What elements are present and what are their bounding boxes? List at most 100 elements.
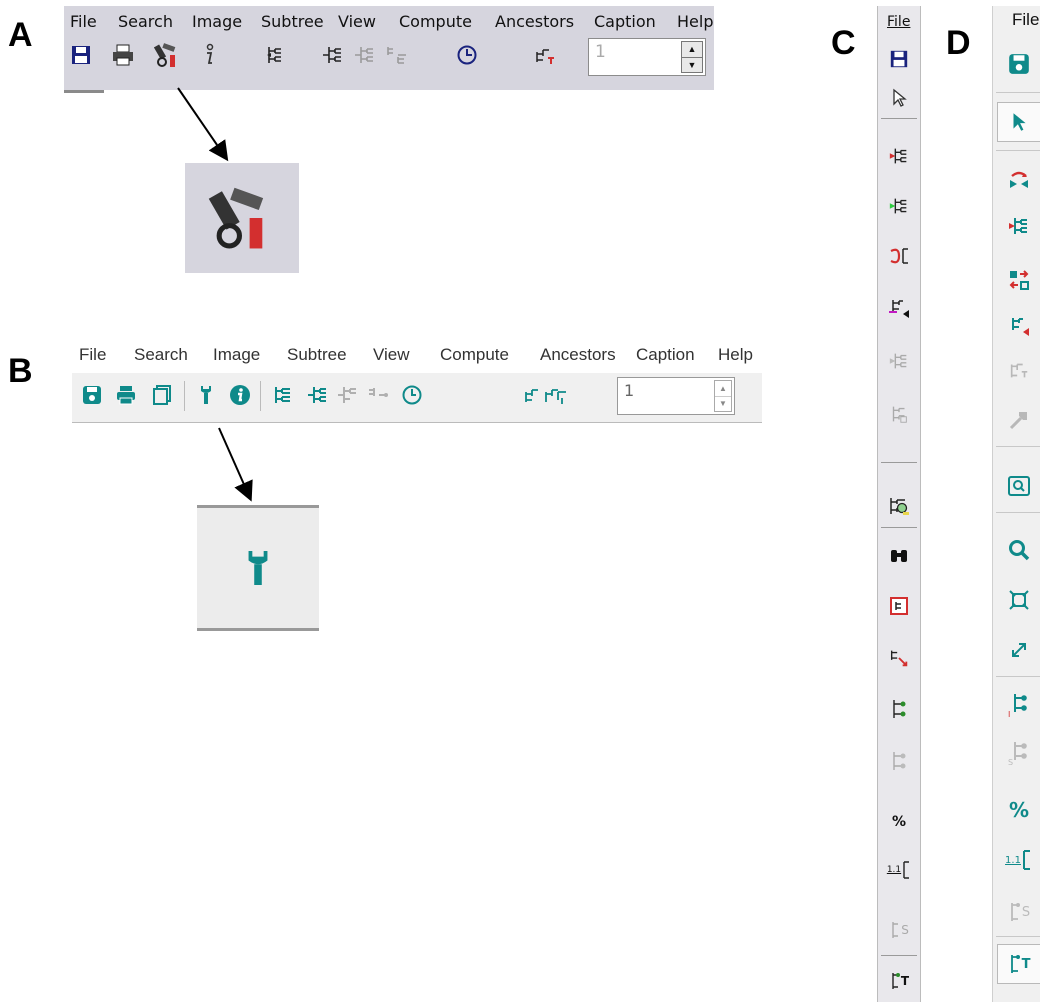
menu-a-view[interactable]: View	[338, 12, 376, 31]
expand-tree-icon[interactable]	[882, 190, 916, 222]
caption-s-disabled-icon: S	[997, 892, 1040, 932]
tree-icon[interactable]	[270, 381, 298, 409]
clock-icon[interactable]	[454, 42, 480, 68]
menu-b-image[interactable]: Image	[213, 345, 260, 365]
swap-disabled-icon	[364, 381, 392, 409]
wrench-icon[interactable]	[192, 381, 220, 409]
ratio-label: 1.1	[1005, 854, 1021, 866]
menu-b-ancestors[interactable]: Ancestors	[540, 345, 616, 365]
panel-b-spinner[interactable]: 1 ▲ ▼	[617, 377, 735, 415]
spin-down-icon[interactable]: ▼	[715, 397, 731, 412]
collapse-tree-icon[interactable]	[882, 292, 916, 324]
root-tree-icon[interactable]	[997, 206, 1040, 246]
tools-icon[interactable]	[154, 42, 180, 68]
swap-icon[interactable]	[882, 240, 916, 272]
separator	[996, 446, 1040, 447]
node-tree-icon[interactable]: I	[997, 684, 1040, 724]
menu-a-caption[interactable]: Caption	[594, 12, 656, 31]
menu-b-file[interactable]: File	[79, 345, 106, 365]
info-icon[interactable]	[196, 42, 222, 68]
menu-b-subtree[interactable]: Subtree	[287, 345, 347, 365]
zoom-box-icon[interactable]	[997, 466, 1040, 506]
menu-a-search[interactable]: Search	[118, 12, 173, 31]
caption-s-label: S	[901, 923, 909, 937]
panel-label-a: A	[8, 16, 33, 54]
expand-icon[interactable]	[997, 630, 1040, 670]
separator	[184, 381, 185, 411]
menu-b-compute[interactable]: Compute	[440, 345, 509, 365]
menu-b-view[interactable]: View	[373, 345, 410, 365]
collapse-tree-icon[interactable]	[997, 306, 1040, 346]
caption-s-disabled-icon: S	[882, 914, 916, 946]
node-tree-disabled-icon	[882, 746, 916, 778]
search-tree-icon[interactable]	[882, 490, 916, 522]
resize-tree-icon[interactable]	[882, 642, 916, 674]
fit-window-icon[interactable]	[997, 580, 1040, 620]
node-tree-icon[interactable]	[882, 694, 916, 726]
caption-tree-icon[interactable]	[532, 42, 558, 68]
rotate-icon[interactable]	[997, 160, 1040, 200]
hammer-disabled-icon	[997, 400, 1040, 440]
pointer-icon[interactable]	[882, 82, 916, 114]
ratio-icon[interactable]: 1.1	[882, 854, 916, 886]
subtree-icon[interactable]	[304, 381, 332, 409]
separator	[881, 462, 917, 463]
clock-icon[interactable]	[398, 381, 426, 409]
copy-icon[interactable]	[148, 381, 176, 409]
spin-down-icon[interactable]: ▼	[682, 58, 702, 73]
spin-up-icon[interactable]: ▲	[715, 381, 731, 397]
search-icon[interactable]	[997, 530, 1040, 570]
binoculars-icon[interactable]	[882, 540, 916, 572]
menu-a-file[interactable]: File	[70, 12, 97, 31]
percent-icon[interactable]: %	[997, 790, 1040, 830]
menu-a-image[interactable]: Image	[192, 12, 242, 31]
wrench-icon-large	[248, 551, 268, 585]
save-icon[interactable]	[997, 44, 1040, 84]
menu-d-file[interactable]: File	[1012, 10, 1039, 30]
save-underline	[64, 90, 104, 93]
menu-b-caption[interactable]: Caption	[636, 345, 695, 365]
panel-a-spinner[interactable]: 1 ▲ ▼	[588, 38, 706, 76]
save-icon[interactable]	[68, 42, 94, 68]
subtree-icon[interactable]	[320, 42, 346, 68]
root-tree-icon[interactable]	[882, 140, 916, 172]
save-icon[interactable]	[78, 381, 106, 409]
fit-window-icon[interactable]	[882, 590, 916, 622]
spin-up-icon[interactable]: ▲	[682, 42, 702, 58]
print-icon[interactable]	[112, 381, 140, 409]
caption-t-icon[interactable]: T	[997, 944, 1040, 984]
percent-icon[interactable]: %	[882, 806, 916, 838]
menu-a-ancestors[interactable]: Ancestors	[495, 12, 574, 31]
info-icon[interactable]	[226, 381, 254, 409]
swap-icon[interactable]	[997, 260, 1040, 300]
panel-label-c: C	[831, 24, 856, 62]
caption-s-label: S	[1021, 904, 1031, 920]
spinner-value[interactable]: 1	[595, 42, 606, 62]
tree-disabled-icon	[334, 381, 362, 409]
expand-disabled-icon	[882, 345, 916, 377]
menu-c-file[interactable]: File	[887, 14, 910, 30]
spinner-value[interactable]: 1	[624, 381, 634, 400]
tree-icon[interactable]	[264, 42, 290, 68]
panel-label-d: D	[946, 24, 971, 62]
pointer-icon[interactable]	[997, 102, 1040, 142]
menu-a-help[interactable]: Help	[677, 12, 713, 31]
caption-t-icon[interactable]: T	[882, 965, 916, 997]
tree-disabled-icon	[882, 398, 916, 430]
spinner-buttons: ▲ ▼	[714, 380, 732, 412]
menu-b-help[interactable]: Help	[718, 345, 753, 365]
menu-a-compute[interactable]: Compute	[399, 12, 472, 31]
print-icon[interactable]	[110, 42, 136, 68]
caption-t-label: T	[900, 974, 910, 988]
ratio-icon[interactable]: 1.1	[997, 840, 1040, 880]
spinner-buttons: ▲ ▼	[681, 41, 703, 73]
menu-b-search[interactable]: Search	[134, 345, 188, 365]
svg-text:S: S	[1008, 758, 1013, 766]
separator	[996, 512, 1040, 513]
separator	[260, 381, 261, 411]
separator	[881, 527, 917, 528]
caption-tree-icon[interactable]	[512, 381, 592, 409]
tools-icon-large	[208, 187, 264, 249]
save-icon[interactable]	[882, 43, 916, 75]
menu-a-subtree[interactable]: Subtree	[261, 12, 324, 31]
